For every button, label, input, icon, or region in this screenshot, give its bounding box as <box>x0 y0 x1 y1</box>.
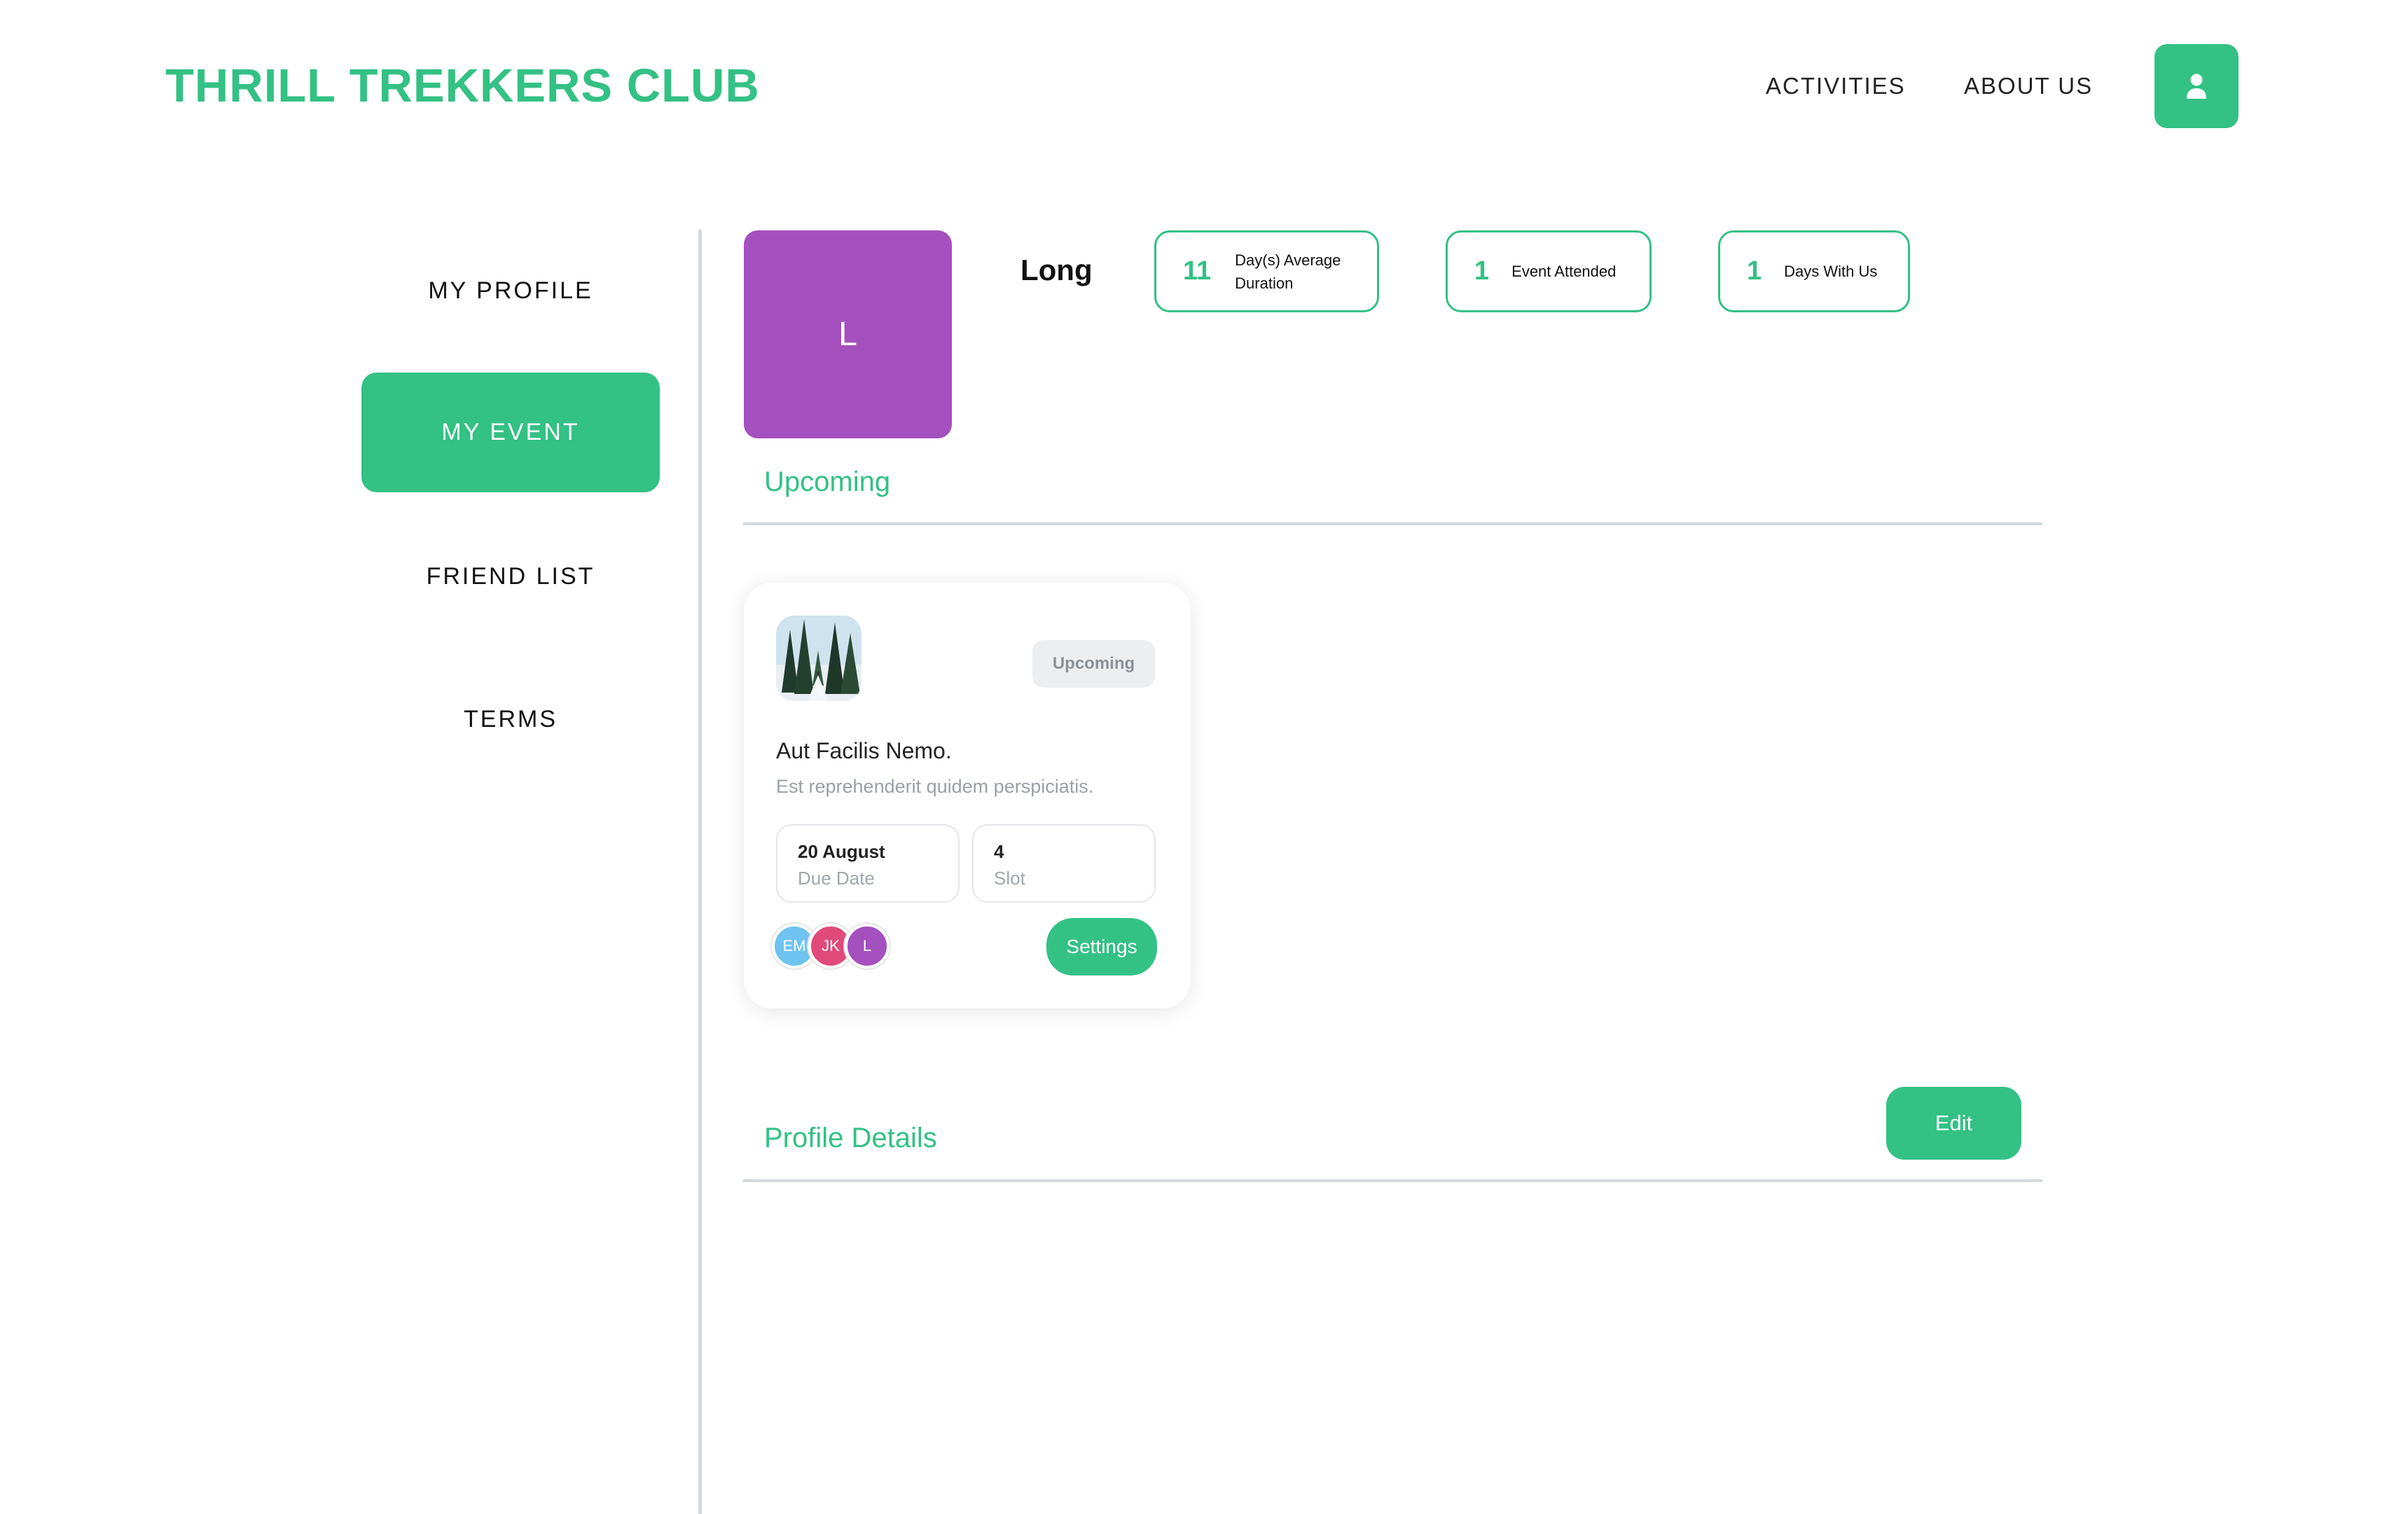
nav-about-us[interactable]: ABOUT US <box>1964 73 2093 99</box>
slot-value: 4 <box>994 841 1004 862</box>
sidebar-item-terms[interactable]: TERMS <box>361 660 660 779</box>
profile-name: Long <box>1020 254 1093 286</box>
event-settings-button[interactable]: Settings <box>1046 918 1157 975</box>
stat-average-duration: 11 Day(s) Average Duration <box>1154 230 1379 312</box>
participant-avatar: L <box>845 924 890 968</box>
sidebar-item-my-event[interactable]: MY EVENT <box>361 373 660 492</box>
upcoming-divider <box>743 522 2042 525</box>
profile-avatar-initial: L <box>838 316 857 353</box>
stat-events-attended: 1 Event Attended <box>1446 230 1652 312</box>
profile-details-title: Profile Details <box>764 1123 937 1153</box>
sidebar-item-my-profile[interactable]: MY PROFILE <box>361 231 660 351</box>
stat-label: Day(s) Average Duration <box>1235 251 1341 292</box>
profile-details-divider <box>743 1179 2042 1182</box>
forest-image-icon <box>776 616 862 701</box>
event-thumbnail <box>776 616 862 701</box>
participant-initials: L <box>862 937 872 954</box>
stat-value: 1 <box>1474 256 1490 286</box>
slot-box: 4 Slot <box>972 824 1156 903</box>
sidebar-item-friend-list[interactable]: FRIEND LIST <box>361 517 660 637</box>
due-date-label: Due Date <box>798 868 875 889</box>
stat-label: Event Attended <box>1511 263 1617 280</box>
user-icon <box>2187 74 2206 99</box>
slot-label: Slot <box>994 868 1025 889</box>
event-description: Est reprehenderit quidem perspiciatis. <box>776 776 1094 797</box>
upcoming-section-title: Upcoming <box>764 466 891 497</box>
stat-value: 11 <box>1183 256 1212 286</box>
due-date-value: 20 August <box>798 841 885 862</box>
participant-initials: EM <box>782 937 806 954</box>
event-title: Aut Facilis Nemo. <box>776 738 952 763</box>
stat-days-with-us: 1 Days With Us <box>1718 230 1910 312</box>
event-card[interactable]: Upcoming Aut Facilis Nemo. Est reprehend… <box>744 583 1191 1008</box>
status-badge: Upcoming <box>1032 640 1155 688</box>
user-account-button[interactable] <box>2154 44 2239 128</box>
edit-profile-button[interactable]: Edit <box>1886 1087 2021 1160</box>
participant-initials: JK <box>822 937 840 954</box>
profile-avatar: L <box>744 230 952 438</box>
stat-value: 1 <box>1747 256 1762 286</box>
site-logo[interactable]: THRILL TREKKERS CLUB <box>165 59 760 113</box>
sidebar-divider <box>698 230 702 1514</box>
nav-activities[interactable]: ACTIVITIES <box>1766 73 1906 99</box>
stat-label: Days With Us <box>1784 263 1878 280</box>
due-date-box: 20 August Due Date <box>776 824 960 903</box>
